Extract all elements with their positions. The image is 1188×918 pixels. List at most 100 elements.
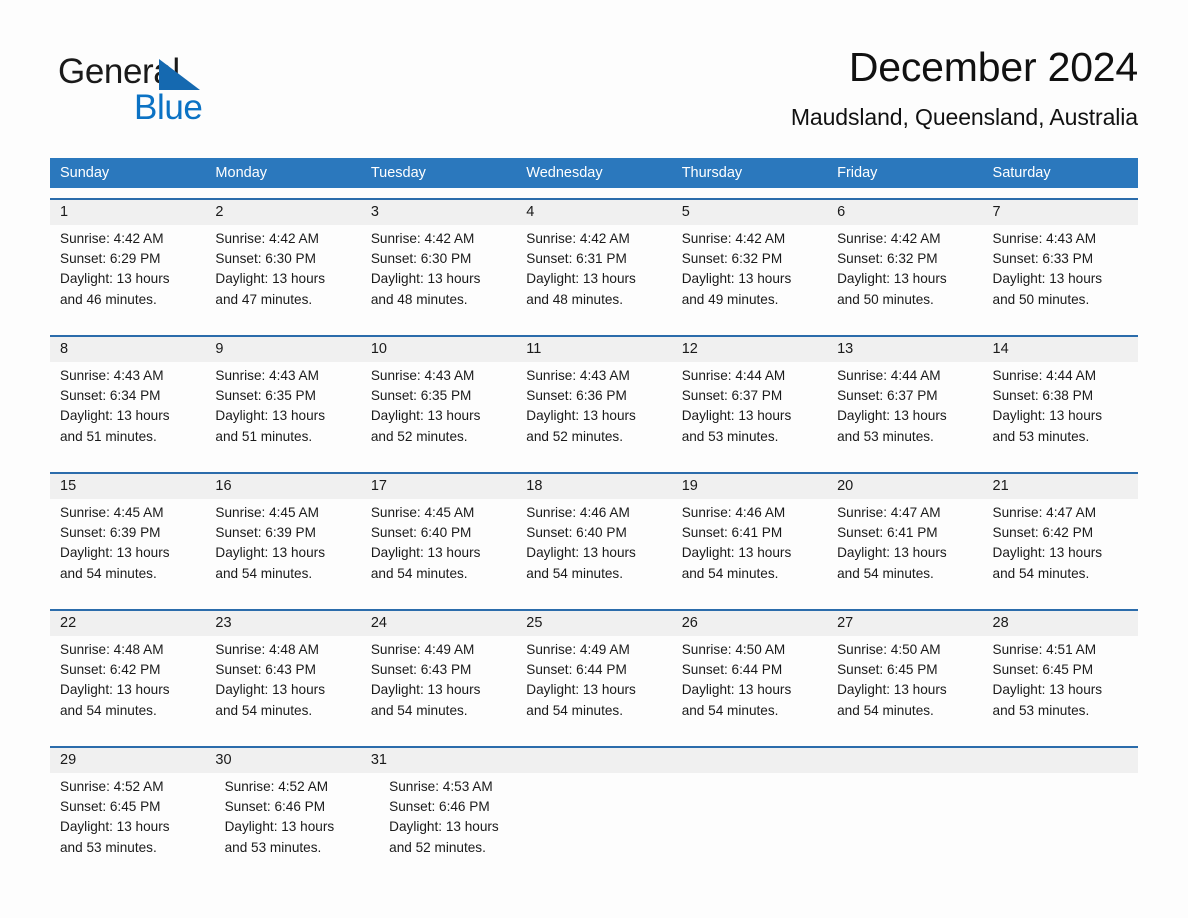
day-number[interactable]: 5 (672, 200, 827, 225)
weekday-header-saturday: Saturday (992, 165, 1051, 181)
sunset-text: Sunset: 6:39 PM (60, 525, 161, 541)
day-cell[interactable]: Sunrise: 4:42 AM Sunset: 6:30 PM Dayligh… (361, 229, 516, 325)
day-number[interactable]: 19 (672, 474, 827, 499)
day-cell[interactable]: Sunrise: 4:48 AM Sunset: 6:42 PM Dayligh… (50, 640, 205, 736)
day-number[interactable]: 22 (50, 611, 205, 636)
day-cell[interactable]: Sunrise: 4:42 AM Sunset: 6:32 PM Dayligh… (672, 229, 827, 325)
sunset-text: Sunset: 6:40 PM (526, 525, 627, 541)
day-number[interactable]: 3 (361, 200, 516, 225)
day-cell[interactable]: Sunrise: 4:51 AM Sunset: 6:45 PM Dayligh… (983, 640, 1138, 736)
day-cell[interactable]: Sunrise: 4:43 AM Sunset: 6:33 PM Dayligh… (983, 229, 1138, 325)
day-number[interactable]: 20 (827, 474, 982, 499)
day-number[interactable]: 26 (672, 611, 827, 636)
daylight-text-line2: and 54 minutes. (215, 702, 313, 718)
day-number[interactable]: 21 (983, 474, 1138, 499)
daylight-text-line2: and 52 minutes. (389, 839, 486, 855)
day-number[interactable]: 16 (205, 474, 360, 499)
sunrise-text: Sunrise: 4:42 AM (60, 231, 164, 246)
day-cell[interactable]: Sunrise: 4:50 AM Sunset: 6:44 PM Dayligh… (672, 640, 827, 736)
day-number[interactable]: 17 (361, 474, 516, 499)
day-number[interactable]: 14 (983, 337, 1138, 362)
day-number[interactable]: 24 (361, 611, 516, 636)
day-cell[interactable]: Sunrise: 4:53 AM Sunset: 6:46 PM Dayligh… (379, 777, 544, 873)
sunset-text: Sunset: 6:31 PM (526, 251, 627, 267)
day-number[interactable]: 9 (205, 337, 360, 362)
day-cell[interactable]: Sunrise: 4:42 AM Sunset: 6:32 PM Dayligh… (827, 229, 982, 325)
weekday-header-monday: Monday (215, 165, 268, 181)
day-cell[interactable]: Sunrise: 4:52 AM Sunset: 6:45 PM Dayligh… (50, 777, 215, 873)
day-number[interactable]: 12 (672, 337, 827, 362)
sunrise-text: Sunrise: 4:49 AM (526, 642, 630, 657)
day-number[interactable]: 4 (516, 200, 671, 225)
day-cell[interactable]: Sunrise: 4:43 AM Sunset: 6:35 PM Dayligh… (205, 366, 360, 462)
day-cell[interactable]: Sunrise: 4:42 AM Sunset: 6:29 PM Dayligh… (50, 229, 205, 325)
daylight-text-line1: Daylight: 13 hours (60, 271, 170, 287)
day-number[interactable]: 6 (827, 200, 982, 225)
day-number-empty (672, 748, 827, 773)
day-number[interactable]: 27 (827, 611, 982, 636)
sunset-text: Sunset: 6:35 PM (370, 388, 472, 404)
daylight-text-line1: Daylight: 13 hours (526, 682, 636, 698)
day-cell[interactable]: Sunrise: 4:50 AM Sunset: 6:45 PM Dayligh… (827, 640, 982, 736)
day-number[interactable]: 10 (361, 337, 516, 362)
day-number[interactable]: 11 (516, 337, 671, 362)
day-cell[interactable]: Sunrise: 4:49 AM Sunset: 6:44 PM Dayligh… (516, 640, 671, 736)
sunrise-text: Sunrise: 4:47 AM (992, 505, 1097, 520)
day-number[interactable]: 15 (50, 474, 205, 499)
day-number[interactable]: 1 (50, 200, 205, 225)
day-cell[interactable]: Sunrise: 4:44 AM Sunset: 6:37 PM Dayligh… (672, 366, 827, 462)
daylight-text-line2: and 50 minutes. (992, 291, 1090, 307)
day-cell[interactable]: Sunrise: 4:46 AM Sunset: 6:40 PM Dayligh… (516, 503, 671, 599)
daylight-text-line2: and 54 minutes. (526, 565, 623, 581)
daylight-text-line2: and 48 minutes. (370, 291, 468, 307)
day-cell[interactable]: Sunrise: 4:46 AM Sunset: 6:41 PM Dayligh… (672, 503, 827, 599)
day-cell[interactable]: Sunrise: 4:43 AM Sunset: 6:36 PM Dayligh… (516, 366, 671, 462)
day-number[interactable]: 29 (50, 748, 205, 773)
day-cell[interactable]: Sunrise: 4:49 AM Sunset: 6:43 PM Dayligh… (361, 640, 516, 736)
week-row: 1 2 3 4 5 6 7 Sunrise: 4:42 AM Sunset: 6… (50, 198, 1138, 325)
logo-triangle-icon (159, 59, 200, 90)
week-row: 29 30 31 Sunrise: 4:52 AM Sunset: 6:45 P… (50, 746, 1138, 873)
day-number[interactable]: 31 (361, 748, 516, 773)
day-cell[interactable]: Sunrise: 4:52 AM Sunset: 6:46 PM Dayligh… (215, 777, 380, 873)
day-cell[interactable]: Sunrise: 4:47 AM Sunset: 6:42 PM Dayligh… (983, 503, 1138, 599)
day-cell[interactable]: Sunrise: 4:48 AM Sunset: 6:43 PM Dayligh… (205, 640, 360, 736)
daylight-text-line2: and 53 minutes. (992, 428, 1090, 444)
day-cell[interactable]: Sunrise: 4:44 AM Sunset: 6:37 PM Dayligh… (827, 366, 982, 462)
day-cell[interactable]: Sunrise: 4:47 AM Sunset: 6:41 PM Dayligh… (827, 503, 982, 599)
daylight-text-line2: and 48 minutes. (526, 291, 623, 307)
day-cell[interactable]: Sunrise: 4:44 AM Sunset: 6:38 PM Dayligh… (983, 366, 1138, 462)
day-number[interactable]: 18 (516, 474, 671, 499)
daylight-text-line1: Daylight: 13 hours (526, 271, 636, 287)
empty-day-cell (841, 777, 990, 873)
sunset-text: Sunset: 6:35 PM (215, 388, 316, 404)
general-blue-logo[interactable]: General Blue (58, 52, 358, 130)
day-cell[interactable]: Sunrise: 4:43 AM Sunset: 6:34 PM Dayligh… (50, 366, 205, 462)
daylight-text-line1: Daylight: 13 hours (837, 271, 947, 287)
logo-text-blue: Blue (134, 88, 203, 127)
daylight-text-line1: Daylight: 13 hours (992, 408, 1103, 424)
sunrise-text: Sunrise: 4:50 AM (837, 642, 941, 657)
sunrise-text: Sunrise: 4:43 AM (60, 368, 164, 383)
day-number[interactable]: 23 (205, 611, 360, 636)
day-cell[interactable]: Sunrise: 4:45 AM Sunset: 6:40 PM Dayligh… (361, 503, 516, 599)
day-number[interactable]: 13 (827, 337, 982, 362)
day-number[interactable]: 28 (983, 611, 1138, 636)
day-cell[interactable]: Sunrise: 4:45 AM Sunset: 6:39 PM Dayligh… (50, 503, 205, 599)
day-number[interactable]: 8 (50, 337, 205, 362)
week-date-strip: 8 9 10 11 12 13 14 (50, 337, 1138, 362)
day-number[interactable]: 2 (205, 200, 360, 225)
day-cell[interactable]: Sunrise: 4:43 AM Sunset: 6:35 PM Dayligh… (361, 366, 516, 462)
day-cell[interactable]: Sunrise: 4:42 AM Sunset: 6:31 PM Dayligh… (516, 229, 671, 325)
day-cell[interactable]: Sunrise: 4:45 AM Sunset: 6:39 PM Dayligh… (205, 503, 360, 599)
daylight-text-line2: and 53 minutes. (60, 839, 157, 855)
weekday-header-tuesday: Tuesday (370, 165, 426, 181)
day-cell[interactable]: Sunrise: 4:42 AM Sunset: 6:30 PM Dayligh… (205, 229, 360, 325)
sunset-text: Sunset: 6:44 PM (681, 662, 783, 678)
day-number[interactable]: 7 (983, 200, 1138, 225)
day-number[interactable]: 30 (205, 748, 360, 773)
sunrise-text: Sunrise: 4:48 AM (215, 642, 319, 657)
day-number[interactable]: 25 (516, 611, 671, 636)
daylight-text-line2: and 54 minutes. (370, 702, 468, 718)
daylight-text-line2: and 52 minutes. (370, 428, 468, 444)
